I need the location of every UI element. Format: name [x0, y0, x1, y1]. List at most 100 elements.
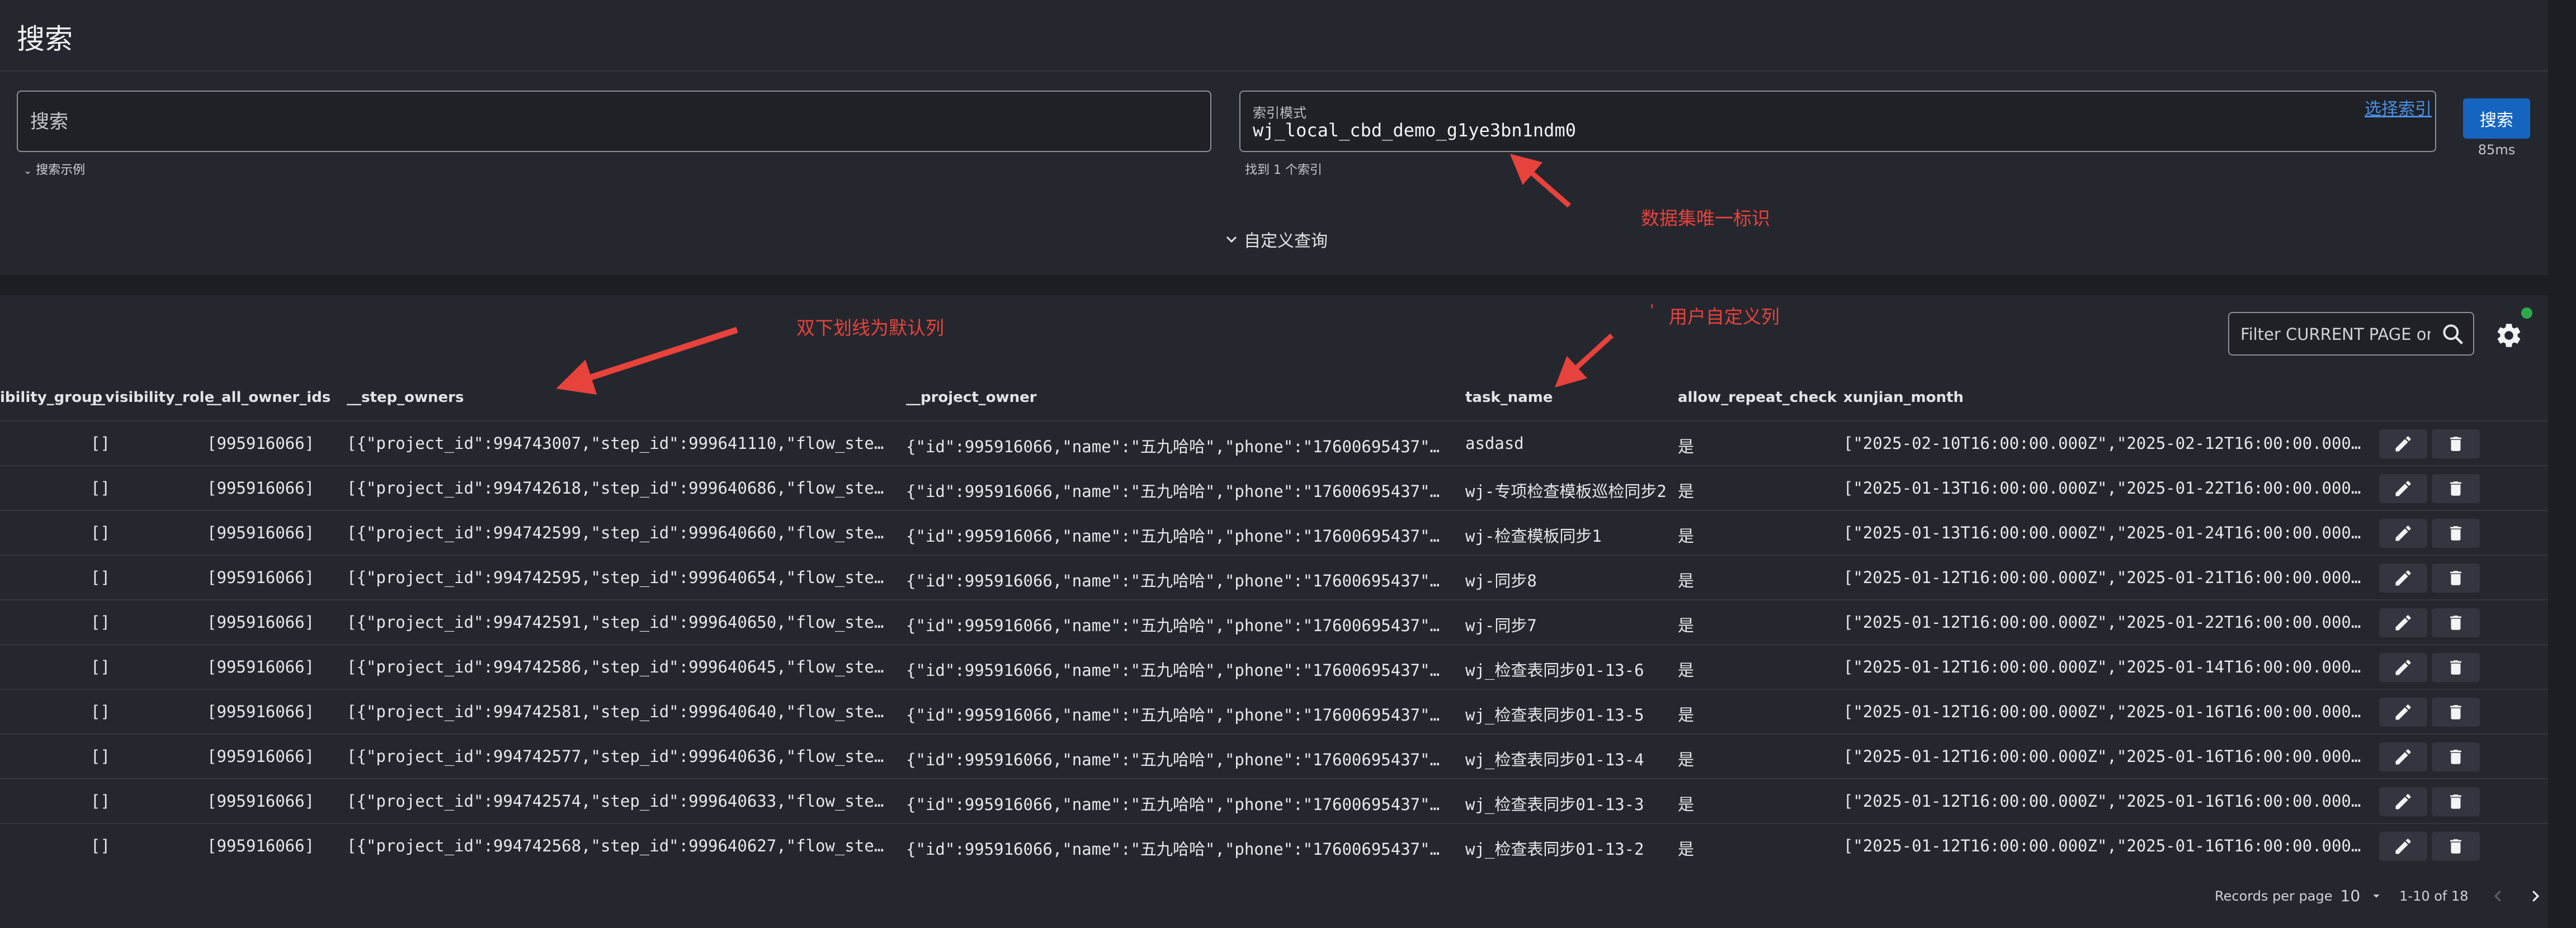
pencil-icon: [2395, 660, 2411, 675]
delete-row-button[interactable]: [2432, 832, 2480, 861]
annotation-tick: ': [1650, 301, 1654, 319]
records-per-page-label: Records per page: [2215, 888, 2333, 904]
cell-step-owners: [{"project_id":994742618,"step_id":99964…: [347, 479, 886, 498]
column-header-task-name[interactable]: task_name: [1465, 389, 1553, 406]
delete-row-button[interactable]: [2432, 474, 2480, 503]
index-pattern-field[interactable]: 索引模式 wj_local_cbd_demo_g1ye3bn1ndm0 选择索引: [1239, 91, 2436, 152]
edit-row-button[interactable]: [2379, 564, 2427, 593]
search-input[interactable]: [30, 108, 1193, 135]
column-header-step-owners[interactable]: __step_owners: [347, 389, 464, 406]
annotation-custom-columns: 用户自定义列: [1669, 306, 1780, 328]
cell-xunjian-month: ["2025-02-10T16:00:00.000Z","2025-02-12T…: [1843, 434, 2369, 453]
search-icon[interactable]: [2441, 322, 2465, 347]
delete-row-button[interactable]: [2432, 429, 2480, 458]
column-header-allow-repeat-check[interactable]: allow_repeat_check: [1678, 389, 1837, 406]
table-row[interactable]: [] [995916066] [{"project_id":994742618,"s…: [0, 465, 2548, 511]
cell-all-owner-ids: [995916066]: [207, 792, 315, 811]
cell-visibility-role: []: [91, 792, 110, 811]
column-header-project-owner[interactable]: __project_owner: [906, 389, 1037, 406]
cell-all-owner-ids: [995916066]: [207, 568, 315, 587]
delete-row-button[interactable]: [2432, 564, 2480, 593]
delete-row-button[interactable]: [2432, 653, 2480, 682]
cell-visibility-role: []: [91, 747, 110, 766]
page-range: 1-10 of 18: [2399, 888, 2469, 904]
cell-visibility-role: []: [91, 836, 110, 855]
table-row[interactable]: [] [995916066] [{"project_id":994742574,"s…: [0, 778, 2548, 824]
index-pattern-value[interactable]: wj_local_cbd_demo_g1ye3bn1ndm0: [1253, 120, 1576, 141]
custom-query-toggle[interactable]: 自定义查询: [1225, 227, 1328, 252]
edit-row-button[interactable]: [2379, 519, 2427, 548]
page-filter-field[interactable]: [2228, 312, 2474, 356]
delete-row-button[interactable]: [2432, 787, 2480, 816]
records-per-page-select[interactable]: 10: [2341, 887, 2383, 905]
cell-task-name: wj_检查表同步01-13-3: [1465, 795, 1644, 814]
table-row[interactable]: [] [995916066] [{"project_id":994742568,"s…: [0, 823, 2548, 869]
edit-row-button[interactable]: [2379, 474, 2427, 503]
cell-xunjian-month: ["2025-01-12T16:00:00.000Z","2025-01-16T…: [1843, 792, 2369, 811]
cell-task-name: wj-同步7: [1465, 616, 1537, 635]
search-examples-label: 搜索示例: [36, 163, 86, 177]
cell-task-name: wj-检查模板同步1: [1465, 527, 1602, 546]
cell-step-owners: [{"project_id":994742595,"step_id":99964…: [347, 568, 886, 587]
table-row[interactable]: [] [995916066] [{"project_id":994742581,"s…: [0, 689, 2548, 735]
cell-allow-repeat-check: 是: [1678, 795, 1695, 814]
table-row[interactable]: [] [995916066] [{"project_id":994742577,"s…: [0, 733, 2548, 779]
trash-icon: [2450, 437, 2461, 451]
edit-row-button[interactable]: [2379, 698, 2427, 727]
table-row[interactable]: [] [995916066] [{"project_id":994742599,"s…: [0, 510, 2548, 556]
search-elapsed-time: 85ms: [2478, 142, 2516, 158]
cell-allow-repeat-check: 是: [1678, 527, 1695, 546]
cell-project-owner: {"id":995916066,"name":"五九哈哈","phone":"1…: [906, 750, 1446, 769]
column-header-all-owner-ids[interactable]: __all_owner_ids: [207, 389, 331, 406]
cell-project-owner: {"id":995916066,"name":"五九哈哈","phone":"1…: [906, 527, 1446, 546]
cell-project-owner: {"id":995916066,"name":"五九哈哈","phone":"1…: [906, 840, 1446, 859]
cell-xunjian-month: ["2025-01-12T16:00:00.000Z","2025-01-22T…: [1843, 613, 2369, 632]
search-examples-toggle[interactable]: ⌄ 搜索示例: [23, 160, 85, 178]
next-page-icon[interactable]: [2527, 888, 2544, 905]
cell-xunjian-month: ["2025-01-12T16:00:00.000Z","2025-01-16T…: [1843, 702, 2369, 721]
delete-row-button[interactable]: [2432, 742, 2480, 771]
column-header-visibility-group[interactable]: ibility_group: [0, 389, 102, 406]
trash-icon: [2450, 750, 2461, 764]
edit-row-button[interactable]: [2379, 653, 2427, 682]
cell-step-owners: [{"project_id":994742586,"step_id":99964…: [347, 657, 886, 676]
edit-row-button[interactable]: [2379, 832, 2427, 861]
edit-row-button[interactable]: [2379, 429, 2427, 458]
cell-task-name: wj_检查表同步01-13-6: [1465, 661, 1644, 680]
cell-visibility-role: []: [91, 568, 110, 587]
table-row[interactable]: [] [995916066] [{"project_id":994742586,"s…: [0, 644, 2548, 690]
table-row[interactable]: [] [995916066] [{"project_id":994743007,"s…: [0, 420, 2548, 466]
trash-icon: [2450, 660, 2461, 675]
cell-all-owner-ids: [995916066]: [207, 613, 315, 632]
delete-row-button[interactable]: [2432, 519, 2480, 548]
cell-xunjian-month: ["2025-01-12T16:00:00.000Z","2025-01-16T…: [1843, 836, 2369, 855]
column-header-xunjian-month[interactable]: xunjian_month: [1843, 389, 1964, 406]
column-header-visibility-role[interactable]: __visibility_role: [91, 389, 214, 406]
trash-icon: [2450, 794, 2461, 809]
cell-xunjian-month: ["2025-01-13T16:00:00.000Z","2025-01-22T…: [1843, 479, 2369, 498]
custom-query-label: 自定义查询: [1244, 231, 1328, 251]
edit-row-button[interactable]: [2379, 787, 2427, 816]
search-field[interactable]: [17, 91, 1211, 152]
table-row[interactable]: [] [995916066] [{"project_id":994742591,"s…: [0, 599, 2548, 645]
pencil-icon: [2395, 615, 2411, 631]
cell-allow-repeat-check: 是: [1678, 840, 1695, 859]
page-filter-input[interactable]: [2240, 323, 2431, 345]
delete-row-button[interactable]: [2432, 698, 2480, 727]
edit-row-button[interactable]: [2379, 742, 2427, 771]
gear-icon[interactable]: [2494, 321, 2523, 350]
cell-all-owner-ids: [995916066]: [207, 702, 315, 721]
delete-row-button[interactable]: [2432, 608, 2480, 637]
cell-step-owners: [{"project_id":994742568,"step_id":99964…: [347, 836, 886, 855]
previous-page-icon[interactable]: [2490, 888, 2507, 905]
cell-allow-repeat-check: 是: [1678, 750, 1695, 769]
cell-allow-repeat-check: 是: [1678, 482, 1695, 501]
cell-all-owner-ids: [995916066]: [207, 657, 315, 676]
search-button[interactable]: 搜索: [2463, 98, 2530, 139]
edit-row-button[interactable]: [2379, 608, 2427, 637]
caret-down-icon: [2373, 894, 2380, 898]
cell-visibility-role: []: [91, 479, 110, 498]
cell-project-owner: {"id":995916066,"name":"五九哈哈","phone":"1…: [906, 795, 1446, 814]
select-index-link[interactable]: 选择索引: [2365, 95, 2432, 120]
table-row[interactable]: [] [995916066] [{"project_id":994742595,"s…: [0, 555, 2548, 600]
